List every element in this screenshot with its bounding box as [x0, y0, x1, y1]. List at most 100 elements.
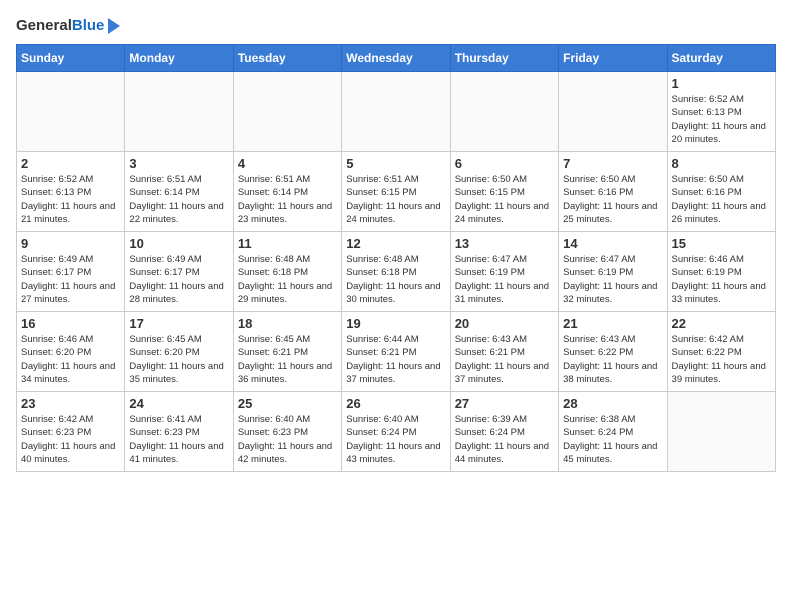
day-info-26: Sunrise: 6:40 AM Sunset: 6:24 PM Dayligh… [346, 413, 445, 466]
cell-4-3: 26 Sunrise: 6:40 AM Sunset: 6:24 PM Dayli… [342, 392, 450, 472]
day-info-12: Sunrise: 6:48 AM Sunset: 6:18 PM Dayligh… [346, 253, 445, 306]
day-info-6: Sunrise: 6:50 AM Sunset: 6:15 PM Dayligh… [455, 173, 554, 226]
day-info-2: Sunrise: 6:52 AM Sunset: 6:13 PM Dayligh… [21, 173, 120, 226]
cell-2-1: 10 Sunrise: 6:49 AM Sunset: 6:17 PM Dayli… [125, 232, 233, 312]
day-info-10: Sunrise: 6:49 AM Sunset: 6:17 PM Dayligh… [129, 253, 228, 306]
day-number-22: 22 [672, 316, 771, 331]
day-info-11: Sunrise: 6:48 AM Sunset: 6:18 PM Dayligh… [238, 253, 337, 306]
day-info-5: Sunrise: 6:51 AM Sunset: 6:15 PM Dayligh… [346, 173, 445, 226]
day-info-24: Sunrise: 6:41 AM Sunset: 6:23 PM Dayligh… [129, 413, 228, 466]
day-number-12: 12 [346, 236, 445, 251]
day-info-25: Sunrise: 6:40 AM Sunset: 6:23 PM Dayligh… [238, 413, 337, 466]
header-tuesday: Tuesday [233, 45, 341, 72]
cell-0-5 [559, 72, 667, 152]
day-number-13: 13 [455, 236, 554, 251]
day-info-23: Sunrise: 6:42 AM Sunset: 6:23 PM Dayligh… [21, 413, 120, 466]
week-row-2: 9 Sunrise: 6:49 AM Sunset: 6:17 PM Daylig… [17, 232, 776, 312]
header-friday: Friday [559, 45, 667, 72]
day-number-27: 27 [455, 396, 554, 411]
cell-1-5: 7 Sunrise: 6:50 AM Sunset: 6:16 PM Daylig… [559, 152, 667, 232]
cell-1-1: 3 Sunrise: 6:51 AM Sunset: 6:14 PM Daylig… [125, 152, 233, 232]
cell-4-0: 23 Sunrise: 6:42 AM Sunset: 6:23 PM Dayli… [17, 392, 125, 472]
day-number-26: 26 [346, 396, 445, 411]
day-number-24: 24 [129, 396, 228, 411]
day-number-16: 16 [21, 316, 120, 331]
cell-3-5: 21 Sunrise: 6:43 AM Sunset: 6:22 PM Dayli… [559, 312, 667, 392]
day-info-7: Sunrise: 6:50 AM Sunset: 6:16 PM Dayligh… [563, 173, 662, 226]
cell-0-2 [233, 72, 341, 152]
day-number-17: 17 [129, 316, 228, 331]
day-info-21: Sunrise: 6:43 AM Sunset: 6:22 PM Dayligh… [563, 333, 662, 386]
day-number-19: 19 [346, 316, 445, 331]
header-saturday: Saturday [667, 45, 775, 72]
day-number-3: 3 [129, 156, 228, 171]
day-number-18: 18 [238, 316, 337, 331]
cell-2-3: 12 Sunrise: 6:48 AM Sunset: 6:18 PM Dayli… [342, 232, 450, 312]
cell-0-0 [17, 72, 125, 152]
cell-3-6: 22 Sunrise: 6:42 AM Sunset: 6:22 PM Dayli… [667, 312, 775, 392]
page-header: GeneralBlue [16, 16, 776, 36]
cell-1-3: 5Sunrise: 6:51 AM Sunset: 6:15 PM Daylig… [342, 152, 450, 232]
day-info-1: Sunrise: 6:52 AM Sunset: 6:13 PM Dayligh… [672, 93, 771, 146]
day-number-10: 10 [129, 236, 228, 251]
logo-blue-text: Blue [72, 17, 105, 34]
week-row-0: 1 Sunrise: 6:52 AM Sunset: 6:13 PM Daylig… [17, 72, 776, 152]
cell-2-0: 9Sunrise: 6:49 AM Sunset: 6:17 PM Daylig… [17, 232, 125, 312]
day-number-2: 2 [21, 156, 120, 171]
cell-2-4: 13 Sunrise: 6:47 AM Sunset: 6:19 PM Dayli… [450, 232, 558, 312]
cell-4-1: 24 Sunrise: 6:41 AM Sunset: 6:23 PM Dayli… [125, 392, 233, 472]
day-info-8: Sunrise: 6:50 AM Sunset: 6:16 PM Dayligh… [672, 173, 771, 226]
day-number-14: 14 [563, 236, 662, 251]
day-number-28: 28 [563, 396, 662, 411]
logo: GeneralBlue [16, 16, 126, 36]
day-number-15: 15 [672, 236, 771, 251]
day-number-8: 8 [672, 156, 771, 171]
day-number-7: 7 [563, 156, 662, 171]
cell-1-2: 4 Sunrise: 6:51 AM Sunset: 6:14 PM Daylig… [233, 152, 341, 232]
day-info-22: Sunrise: 6:42 AM Sunset: 6:22 PM Dayligh… [672, 333, 771, 386]
logo-general-text: GeneralBlue [16, 17, 104, 35]
header-sunday: Sunday [17, 45, 125, 72]
day-info-19: Sunrise: 6:44 AM Sunset: 6:21 PM Dayligh… [346, 333, 445, 386]
day-number-23: 23 [21, 396, 120, 411]
cell-1-0: 2 Sunrise: 6:52 AM Sunset: 6:13 PM Daylig… [17, 152, 125, 232]
cell-3-4: 20 Sunrise: 6:43 AM Sunset: 6:21 PM Dayli… [450, 312, 558, 392]
day-number-4: 4 [238, 156, 337, 171]
week-row-1: 2 Sunrise: 6:52 AM Sunset: 6:13 PM Daylig… [17, 152, 776, 232]
cell-1-6: 8 Sunrise: 6:50 AM Sunset: 6:16 PM Daylig… [667, 152, 775, 232]
cell-0-6: 1 Sunrise: 6:52 AM Sunset: 6:13 PM Daylig… [667, 72, 775, 152]
day-number-1: 1 [672, 76, 771, 91]
cell-4-6 [667, 392, 775, 472]
day-number-9: 9 [21, 236, 120, 251]
day-info-16: Sunrise: 6:46 AM Sunset: 6:20 PM Dayligh… [21, 333, 120, 386]
cell-4-2: 25Sunrise: 6:40 AM Sunset: 6:23 PM Dayli… [233, 392, 341, 472]
week-row-3: 16 Sunrise: 6:46 AM Sunset: 6:20 PM Dayli… [17, 312, 776, 392]
day-info-3: Sunrise: 6:51 AM Sunset: 6:14 PM Dayligh… [129, 173, 228, 226]
day-number-11: 11 [238, 236, 337, 251]
cell-0-3 [342, 72, 450, 152]
header-wednesday: Wednesday [342, 45, 450, 72]
cell-3-1: 17 Sunrise: 6:45 AM Sunset: 6:20 PM Dayli… [125, 312, 233, 392]
day-info-18: Sunrise: 6:45 AM Sunset: 6:21 PM Dayligh… [238, 333, 337, 386]
day-info-20: Sunrise: 6:43 AM Sunset: 6:21 PM Dayligh… [455, 333, 554, 386]
cell-0-4 [450, 72, 558, 152]
day-number-21: 21 [563, 316, 662, 331]
cell-3-3: 19 Sunrise: 6:44 AM Sunset: 6:21 PM Dayli… [342, 312, 450, 392]
day-number-20: 20 [455, 316, 554, 331]
logo-arrow-icon [106, 16, 126, 36]
cell-3-0: 16 Sunrise: 6:46 AM Sunset: 6:20 PM Dayli… [17, 312, 125, 392]
week-row-4: 23 Sunrise: 6:42 AM Sunset: 6:23 PM Dayli… [17, 392, 776, 472]
day-info-17: Sunrise: 6:45 AM Sunset: 6:20 PM Dayligh… [129, 333, 228, 386]
cell-2-5: 14 Sunrise: 6:47 AM Sunset: 6:19 PM Dayli… [559, 232, 667, 312]
header-thursday: Thursday [450, 45, 558, 72]
cell-2-6: 15 Sunrise: 6:46 AM Sunset: 6:19 PM Dayli… [667, 232, 775, 312]
cell-1-4: 6Sunrise: 6:50 AM Sunset: 6:15 PM Daylig… [450, 152, 558, 232]
day-info-14: Sunrise: 6:47 AM Sunset: 6:19 PM Dayligh… [563, 253, 662, 306]
day-info-13: Sunrise: 6:47 AM Sunset: 6:19 PM Dayligh… [455, 253, 554, 306]
cell-2-2: 11 Sunrise: 6:48 AM Sunset: 6:18 PM Dayli… [233, 232, 341, 312]
cell-4-4: 27Sunrise: 6:39 AM Sunset: 6:24 PM Dayli… [450, 392, 558, 472]
day-info-4: Sunrise: 6:51 AM Sunset: 6:14 PM Dayligh… [238, 173, 337, 226]
day-info-15: Sunrise: 6:46 AM Sunset: 6:19 PM Dayligh… [672, 253, 771, 306]
calendar-header-row: Sunday Monday Tuesday Wednesday Thursday… [17, 45, 776, 72]
calendar-table: Sunday Monday Tuesday Wednesday Thursday… [16, 44, 776, 472]
